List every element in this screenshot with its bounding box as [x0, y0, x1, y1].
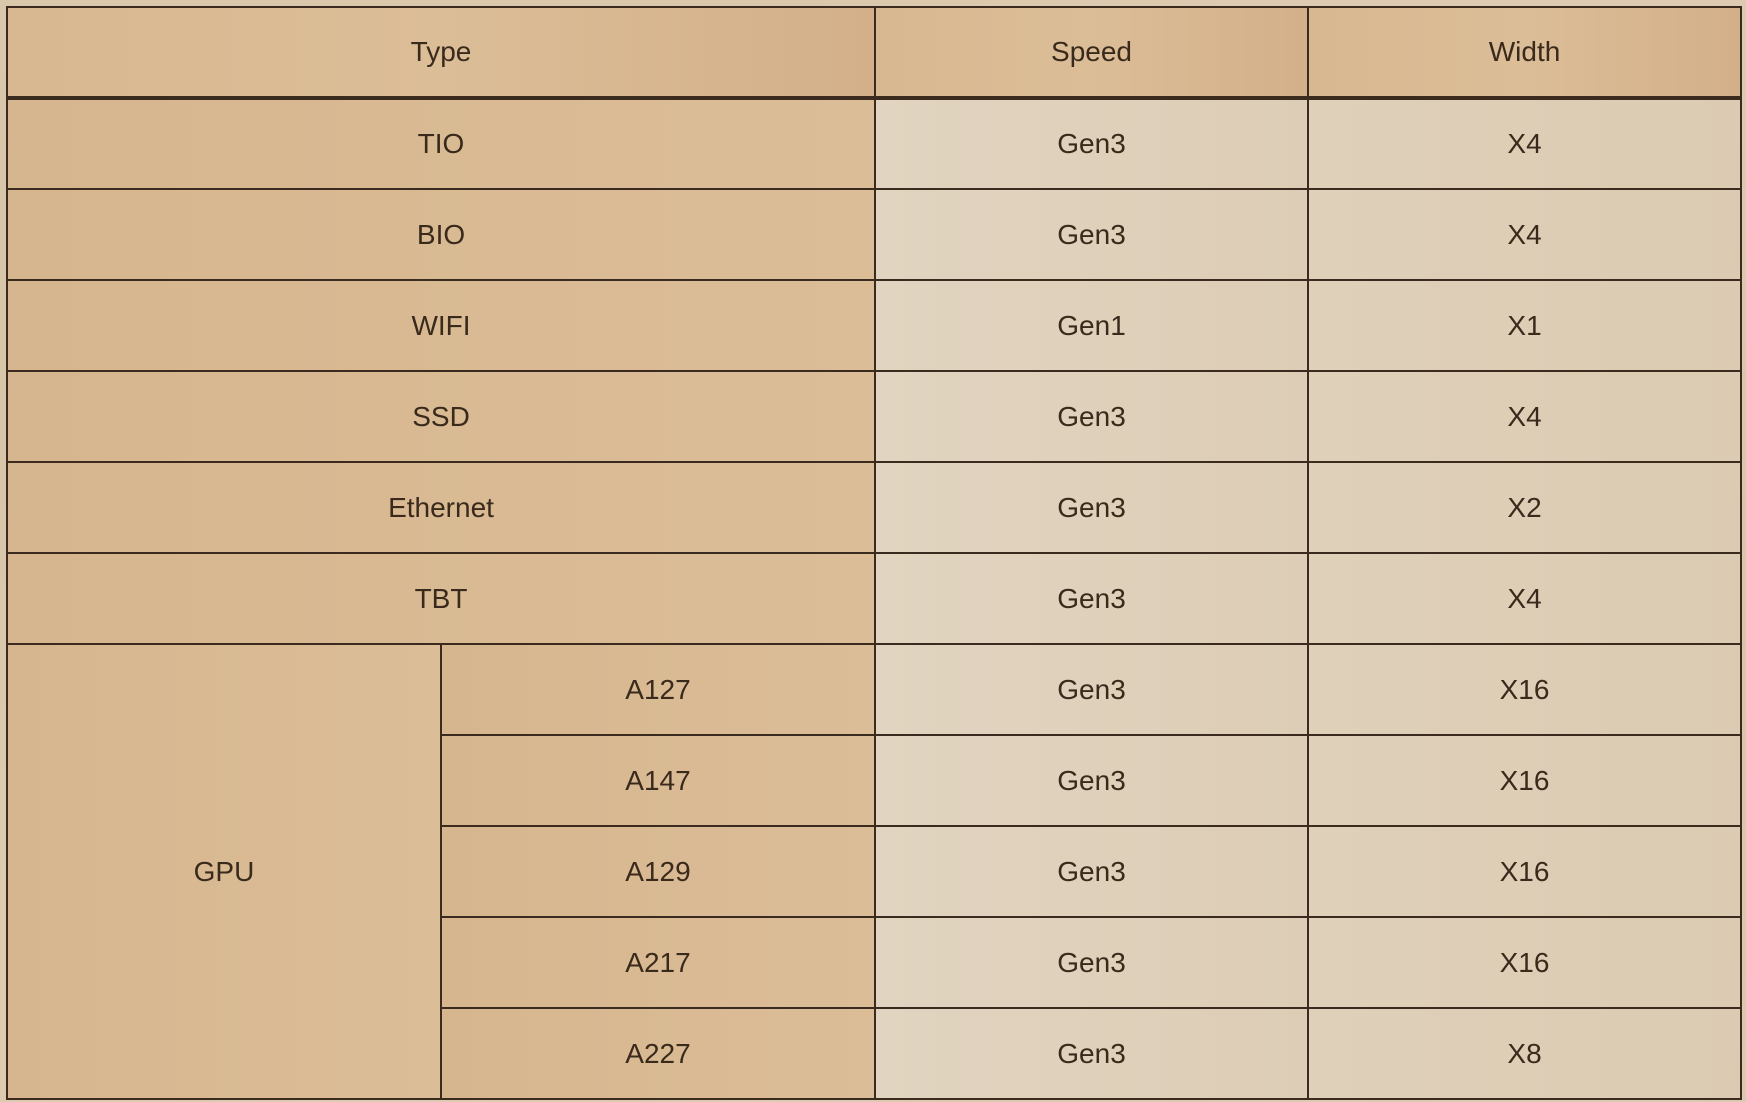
table-row: GPU A127 Gen3 X16 [6, 643, 1743, 1100]
table-row: BIO Gen3 X4 [5, 188, 1743, 281]
header-row: Type Speed Width [5, 6, 1743, 100]
type-cell: TBT [5, 552, 877, 645]
table-row: WIFI Gen1 X1 [5, 279, 1743, 372]
header-width: Width [1307, 6, 1743, 100]
type-cell: TIO [5, 97, 877, 190]
gpu-group-label: GPU [6, 643, 442, 1100]
width-cell: X16 [1307, 734, 1743, 827]
speed-cell: Gen3 [874, 461, 1310, 554]
table-header: Type Speed Width [5, 6, 1743, 100]
width-cell: X4 [1307, 97, 1743, 190]
width-cell: X4 [1307, 552, 1743, 645]
width-cell: X4 [1307, 188, 1743, 281]
speed-cell: Gen3 [874, 916, 1310, 1009]
gpu-model-cell: A147 [439, 734, 877, 827]
width-cell: X2 [1307, 461, 1743, 554]
table-row: TBT Gen3 X4 [5, 552, 1743, 645]
speed-cell: Gen3 [874, 552, 1310, 645]
type-cell: SSD [5, 370, 877, 463]
header-speed: Speed [874, 6, 1310, 100]
width-cell: X1 [1307, 279, 1743, 372]
gpu-model-cell: A227 [439, 1007, 877, 1100]
width-cell: X16 [1307, 643, 1743, 736]
width-cell: X16 [1307, 825, 1743, 918]
type-cell: BIO [5, 188, 877, 281]
width-cell: X4 [1307, 370, 1743, 463]
table-body: TIO Gen3 X4 BIO Gen3 X4 WIFI Gen1 X1 SSD… [5, 97, 1743, 1100]
table-row: SSD Gen3 X4 [5, 370, 1743, 463]
speed-cell: Gen3 [874, 1007, 1310, 1100]
type-cell: WIFI [5, 279, 877, 372]
speed-cell: Gen3 [874, 97, 1310, 190]
gpu-model-cell: A127 [439, 643, 877, 736]
speed-cell: Gen3 [874, 370, 1310, 463]
width-cell: X8 [1307, 1007, 1743, 1100]
speed-cell: Gen3 [874, 734, 1310, 827]
gpu-model-cell: A217 [439, 916, 877, 1009]
speed-cell: Gen3 [874, 188, 1310, 281]
pcie-lane-table: Type Speed Width TIO Gen3 X4 BIO Gen3 X4… [5, 6, 1743, 1100]
table-row: Ethernet Gen3 X2 [5, 461, 1743, 554]
type-cell: Ethernet [5, 461, 877, 554]
table-row: TIO Gen3 X4 [5, 97, 1743, 190]
speed-cell: Gen3 [874, 825, 1310, 918]
header-type: Type [5, 6, 877, 100]
speed-cell: Gen1 [874, 279, 1310, 372]
speed-cell: Gen3 [874, 643, 1310, 736]
width-cell: X16 [1307, 916, 1743, 1009]
table-sheet: Type Speed Width TIO Gen3 X4 BIO Gen3 X4… [5, 6, 1743, 1100]
gpu-model-cell: A129 [439, 825, 877, 918]
